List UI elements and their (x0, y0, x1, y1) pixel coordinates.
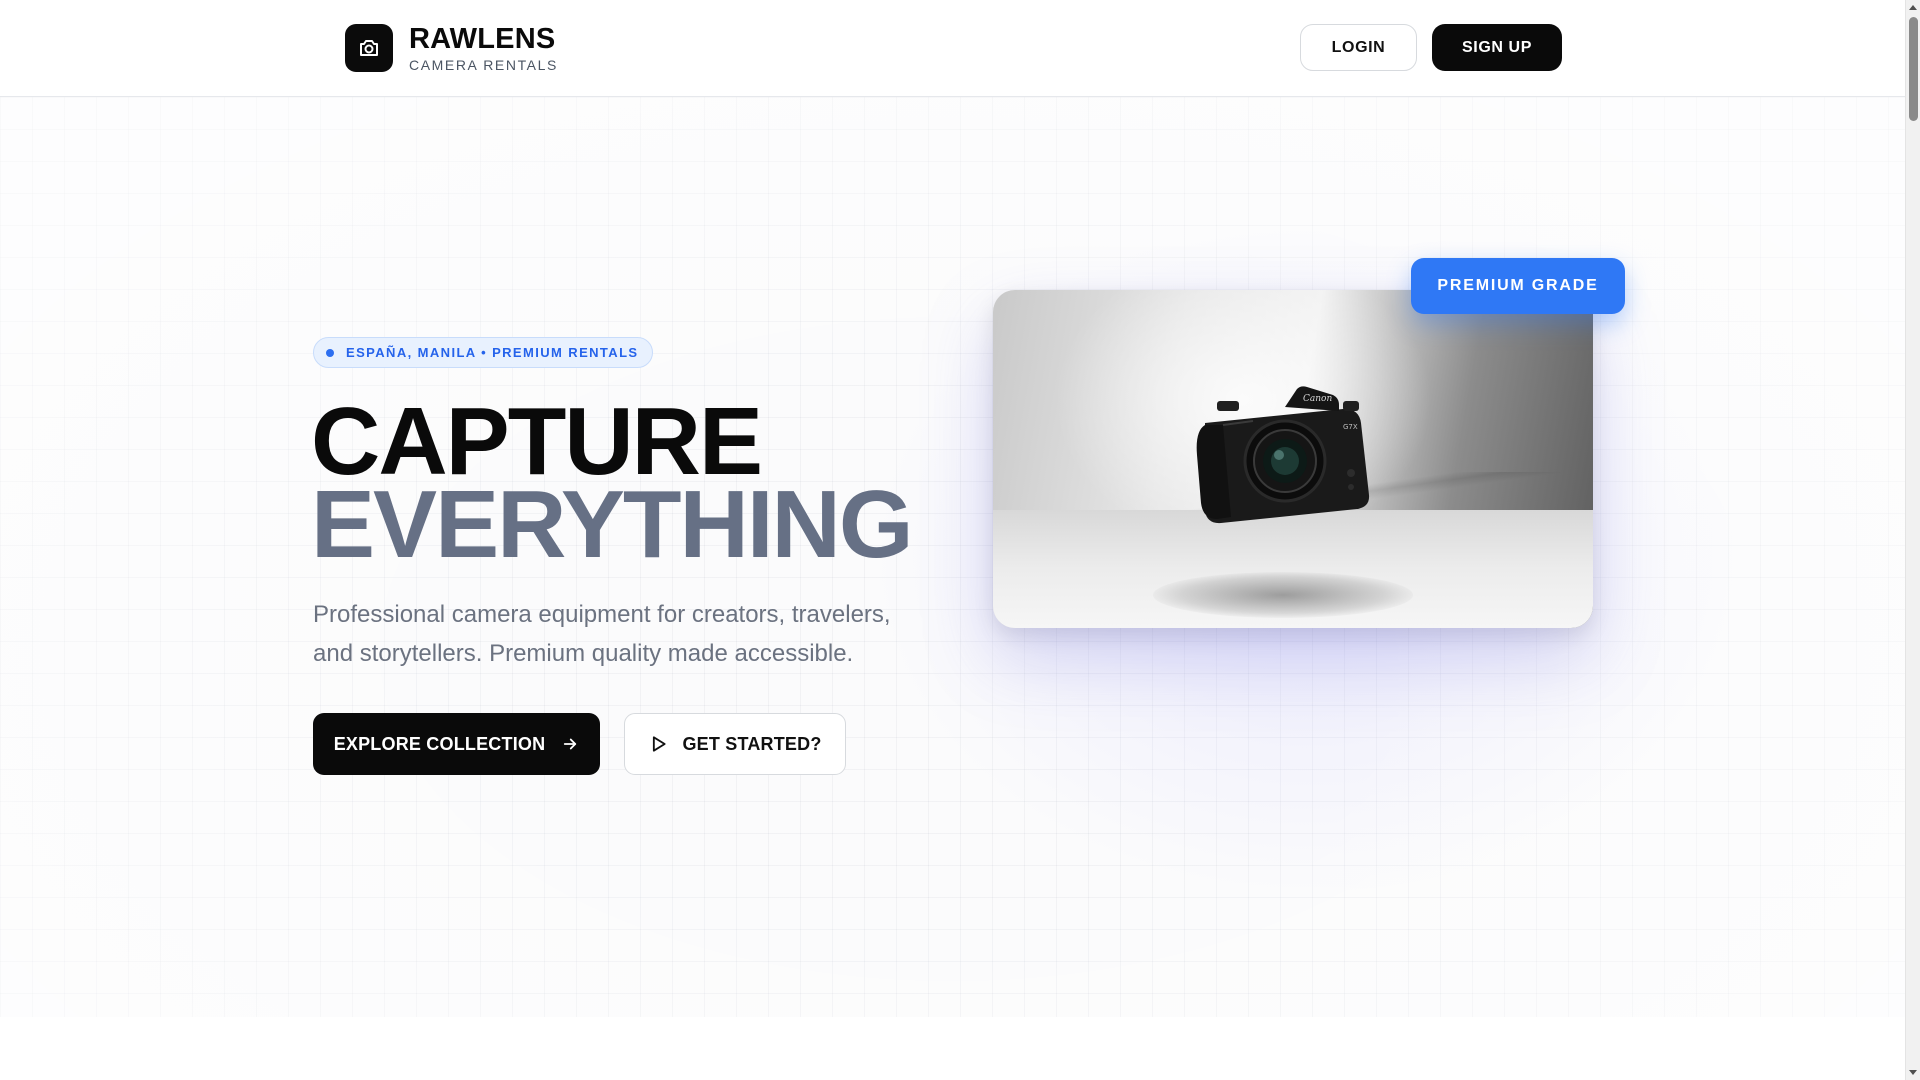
camera-illustration: Canon G7X (1196, 386, 1370, 524)
scrollbar-thumb[interactable] (1909, 17, 1918, 121)
camera-brand-text: Canon (1303, 394, 1332, 404)
camera-icon (360, 40, 378, 56)
login-button[interactable]: LOGIN (1300, 24, 1417, 71)
premium-grade-badge: PREMIUM GRADE (1411, 258, 1625, 314)
hero-subtitle: Professional camera equipment for creato… (313, 601, 891, 667)
scroll-up-arrow-icon[interactable] (1909, 5, 1917, 10)
play-icon (648, 734, 668, 754)
logo[interactable] (345, 24, 393, 72)
get-started-label: GET STARTED? (682, 733, 822, 754)
hero-fade (0, 97, 1905, 1017)
site-header: RAWLENS CAMERA RENTALS LOGIN SIGN UP (0, 0, 1905, 97)
status-dot-icon (326, 348, 334, 357)
page-scrollbar[interactable] (1905, 0, 1920, 1080)
scroll-down-arrow-icon[interactable] (1909, 1070, 1917, 1075)
hero-camera-image: Canon G7X (993, 290, 1593, 628)
brand-name[interactable]: RAWLENS (409, 22, 555, 56)
lower-section (0, 1017, 1905, 1080)
explore-collection-button[interactable]: EXPLORE COLLECTION (313, 713, 600, 775)
location-tag: ESPAÑA, MANILA • PREMIUM RENTALS (313, 337, 653, 368)
hero-section: ESPAÑA, MANILA • PREMIUM RENTALS CAPTURE… (0, 97, 1905, 1017)
hero-title-line2: EVERYTHING (311, 471, 914, 578)
signup-button[interactable]: SIGN UP (1432, 24, 1562, 71)
location-tag-label: ESPAÑA, MANILA • PREMIUM RENTALS (346, 345, 639, 360)
camera-model-text: G7X (1343, 423, 1358, 431)
explore-collection-label: EXPLORE COLLECTION (333, 733, 546, 754)
brand-tagline: CAMERA RENTALS (409, 57, 558, 73)
get-started-button[interactable]: GET STARTED? (624, 713, 846, 775)
camera-shadow (1153, 572, 1413, 618)
arrow-right-icon (561, 735, 579, 753)
